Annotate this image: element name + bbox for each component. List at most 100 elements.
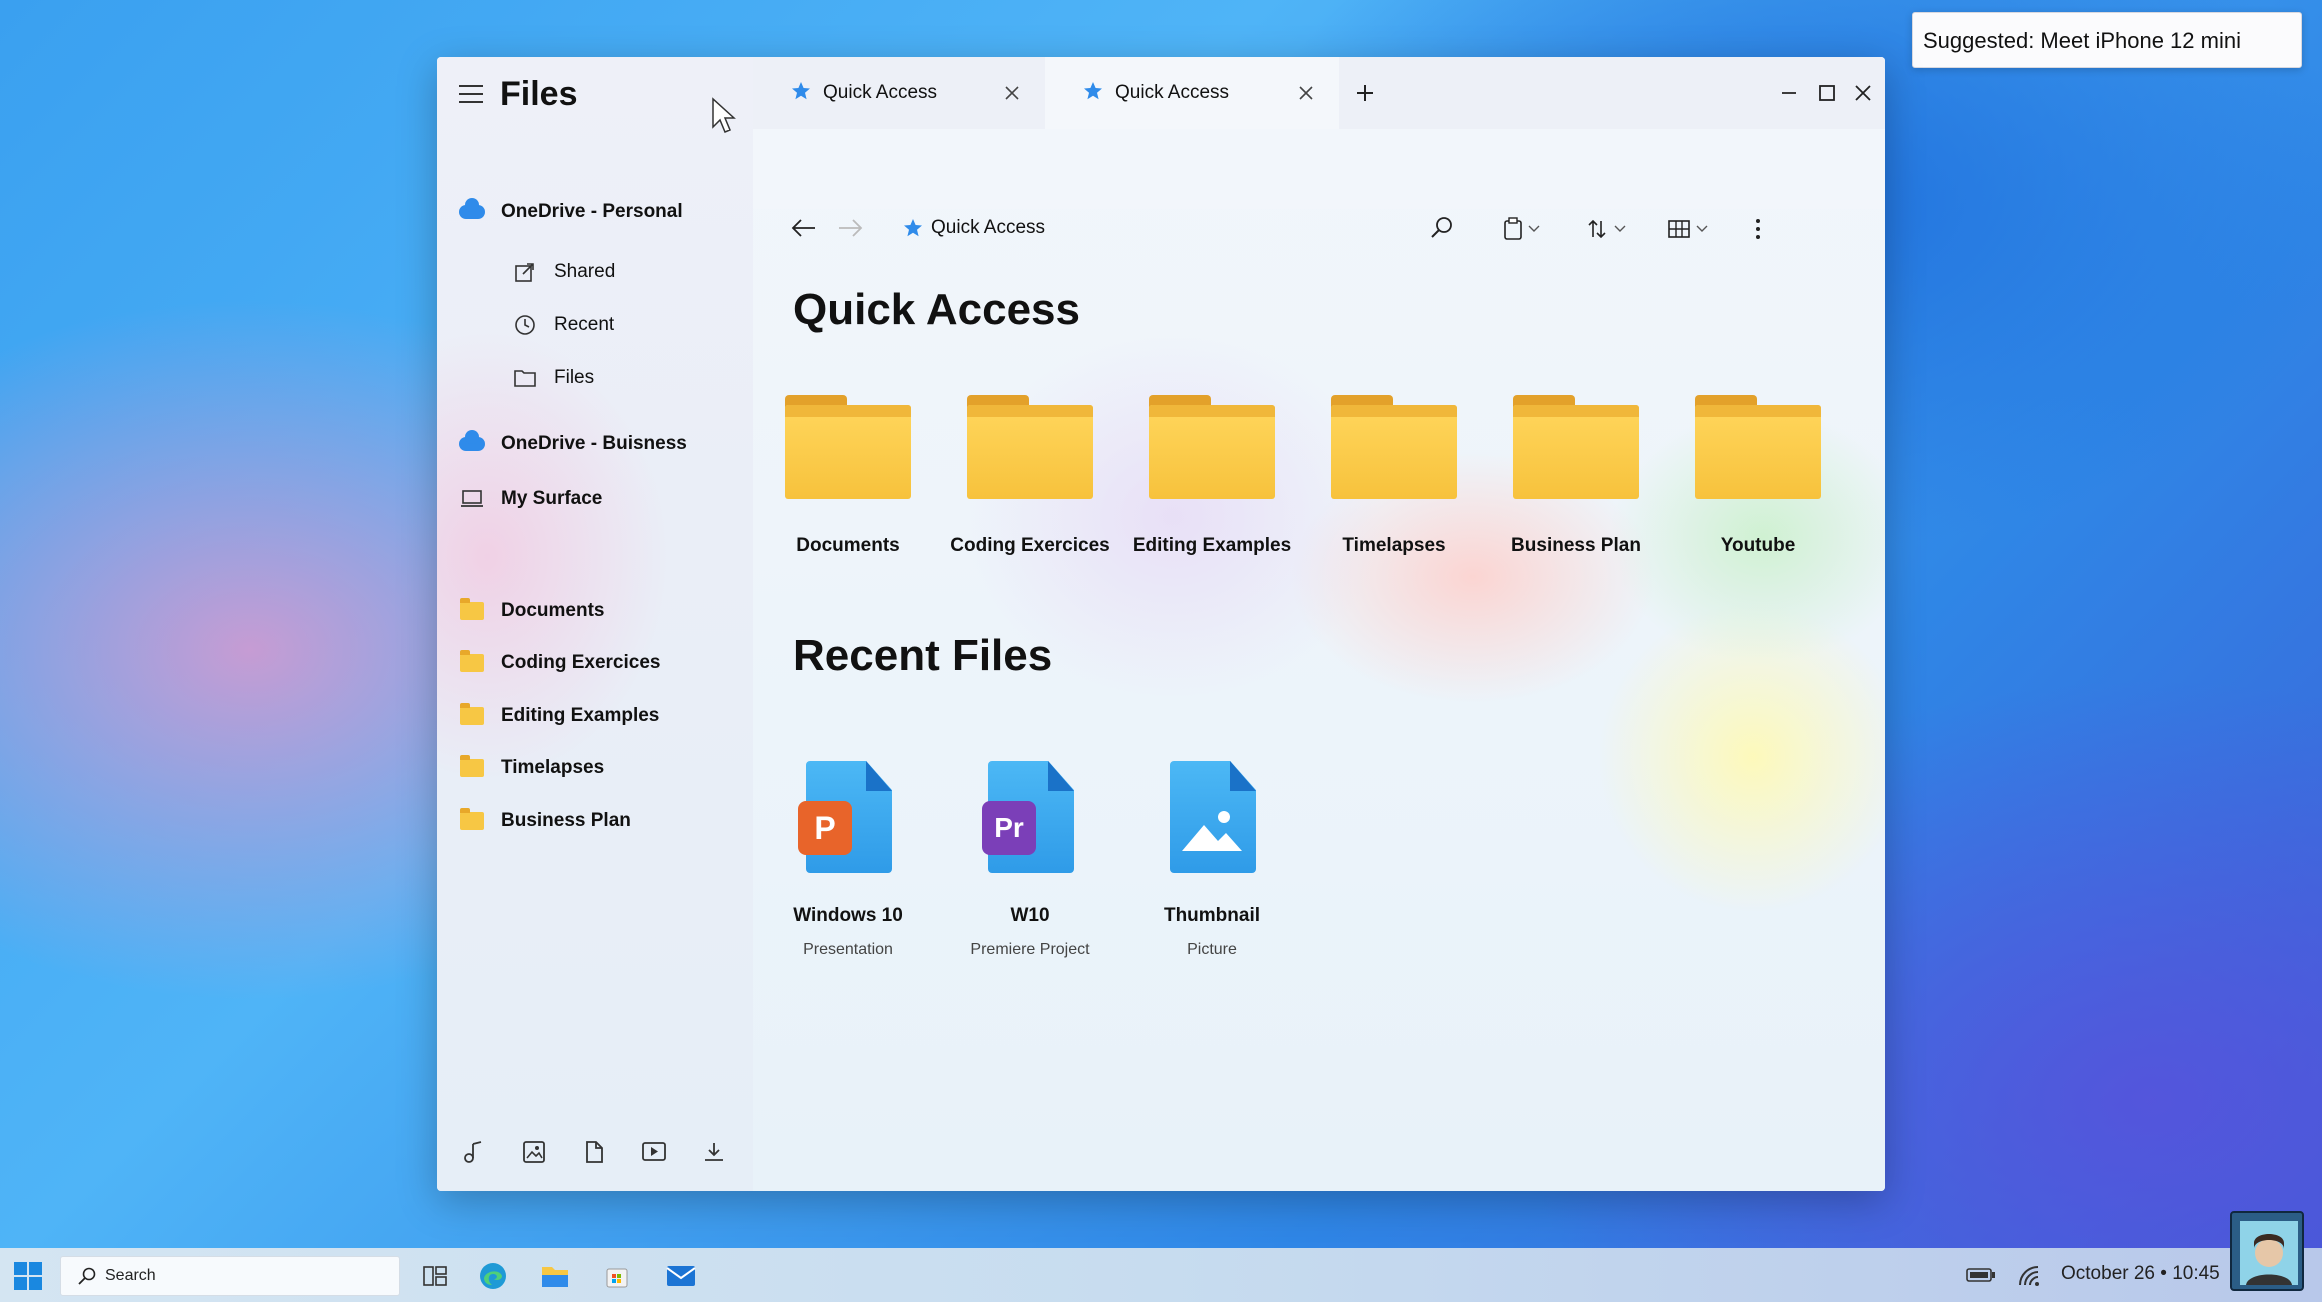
search-icon[interactable] bbox=[1429, 215, 1455, 241]
laptop-icon bbox=[459, 488, 485, 510]
files-window: Files OneDrive - Personal Shared Recent … bbox=[437, 57, 1885, 1191]
tab-quick-access-1[interactable]: Quick Access bbox=[753, 57, 1045, 129]
sidebar: Files OneDrive - Personal Shared Recent … bbox=[437, 57, 753, 1191]
more-options-icon[interactable] bbox=[1753, 217, 1763, 241]
edge-browser-icon[interactable] bbox=[476, 1259, 510, 1293]
forward-arrow-icon[interactable] bbox=[837, 217, 863, 239]
sidebar-item-timelapses[interactable]: Timelapses bbox=[459, 755, 605, 779]
folder-tile-editing-examples[interactable]: Editing Examples bbox=[1122, 395, 1302, 557]
quick-access-heading: Quick Access bbox=[793, 285, 1080, 334]
sidebar-item-label: Timelapses bbox=[501, 757, 605, 778]
maximize-icon[interactable] bbox=[1811, 77, 1843, 109]
sidebar-item-coding-exercices[interactable]: Coding Exercices bbox=[459, 650, 660, 674]
sidebar-item-label: Documents bbox=[501, 600, 605, 621]
taskbar-clock[interactable]: October 26 • 10:45 bbox=[2061, 1263, 2220, 1285]
clipboard-dropdown-icon[interactable] bbox=[1503, 217, 1545, 241]
store-icon[interactable] bbox=[600, 1259, 634, 1293]
close-tab-icon[interactable] bbox=[999, 80, 1025, 106]
task-view-icon[interactable] bbox=[418, 1259, 452, 1293]
sidebar-item-my-surface[interactable]: My Surface bbox=[459, 488, 602, 510]
sidebar-item-documents[interactable]: Documents bbox=[459, 598, 605, 622]
folder-icon bbox=[1331, 395, 1457, 499]
file-type: Picture bbox=[1187, 941, 1237, 958]
download-icon[interactable] bbox=[701, 1139, 727, 1165]
folder-tile-timelapses[interactable]: Timelapses bbox=[1304, 395, 1484, 557]
mail-icon[interactable] bbox=[664, 1259, 698, 1293]
app-title: Files bbox=[500, 75, 578, 113]
sort-dropdown-icon[interactable] bbox=[1587, 217, 1631, 241]
folder-icon bbox=[1149, 395, 1275, 499]
folder-icon bbox=[459, 703, 485, 727]
new-tab-plus-icon[interactable] bbox=[1349, 77, 1381, 109]
sidebar-item-label: My Surface bbox=[501, 488, 603, 509]
star-icon bbox=[791, 81, 811, 106]
hamburger-menu-icon[interactable] bbox=[459, 85, 483, 105]
close-window-icon[interactable] bbox=[1847, 77, 1879, 109]
cloud-icon bbox=[459, 430, 485, 455]
folder-icon bbox=[967, 395, 1093, 499]
tab-label: Quick Access bbox=[823, 82, 938, 103]
folder-tile-documents[interactable]: Documents bbox=[758, 395, 938, 557]
file-name: W10 bbox=[1010, 905, 1050, 926]
toolbar bbox=[753, 129, 1885, 209]
file-explorer-icon[interactable] bbox=[538, 1259, 572, 1293]
sidebar-item-files[interactable]: Files bbox=[512, 367, 594, 389]
sidebar-item-recent[interactable]: Recent bbox=[512, 314, 614, 336]
mouse-cursor-icon bbox=[712, 97, 736, 133]
sidebar-bottom-bar bbox=[461, 1139, 727, 1165]
folder-tile-coding-exercices[interactable]: Coding Exercices bbox=[940, 395, 1120, 557]
sidebar-item-label: OneDrive - Buisness bbox=[501, 433, 687, 454]
close-tab-icon[interactable] bbox=[1293, 80, 1319, 106]
windows-start-icon[interactable] bbox=[14, 1262, 42, 1290]
sidebar-item-onedrive-business[interactable]: OneDrive - Buisness bbox=[459, 430, 687, 455]
document-icon[interactable] bbox=[581, 1139, 607, 1165]
video-icon[interactable] bbox=[641, 1139, 667, 1165]
suggestion-toast[interactable]: Suggested: Meet iPhone 12 mini bbox=[1912, 12, 2302, 68]
file-tile-w10[interactable]: Pr W10 Premiere Project bbox=[940, 761, 1120, 959]
folder-name: Documents bbox=[796, 535, 900, 556]
suggestion-text: Suggested: Meet iPhone 12 mini bbox=[1923, 28, 2241, 53]
folder-icon bbox=[459, 755, 485, 779]
folder-icon bbox=[459, 650, 485, 674]
battery-icon[interactable] bbox=[1966, 1262, 1996, 1288]
folder-tile-business-plan[interactable]: Business Plan bbox=[1486, 395, 1666, 557]
star-icon bbox=[1083, 81, 1103, 106]
folder-name: Editing Examples bbox=[1132, 535, 1292, 556]
sidebar-item-label: Recent bbox=[554, 314, 615, 335]
search-icon bbox=[77, 1266, 97, 1286]
image-icon[interactable] bbox=[521, 1139, 547, 1165]
minimize-icon[interactable] bbox=[1773, 77, 1805, 109]
sidebar-item-shared[interactable]: Shared bbox=[512, 261, 615, 283]
sidebar-item-editing-examples[interactable]: Editing Examples bbox=[459, 703, 660, 727]
sidebar-item-label: Editing Examples bbox=[501, 705, 660, 726]
sidebar-item-label: OneDrive - Personal bbox=[501, 201, 683, 222]
picture-file-icon bbox=[1162, 761, 1262, 877]
powerpoint-file-icon: P bbox=[798, 761, 898, 877]
view-grid-dropdown-icon[interactable] bbox=[1667, 217, 1713, 241]
taskbar-search[interactable]: Search bbox=[60, 1256, 400, 1296]
file-tile-windows-10[interactable]: P Windows 10 Presentation bbox=[758, 761, 938, 959]
premiere-badge: Pr bbox=[982, 801, 1036, 855]
clock-icon bbox=[512, 314, 538, 336]
sidebar-item-label: Business Plan bbox=[501, 810, 631, 831]
sidebar-item-onedrive-personal[interactable]: OneDrive - Personal bbox=[459, 198, 683, 223]
file-tile-thumbnail[interactable]: Thumbnail Picture bbox=[1122, 761, 1302, 959]
file-type: Premiere Project bbox=[970, 941, 1090, 958]
wifi-icon[interactable] bbox=[2014, 1262, 2044, 1288]
premiere-file-icon: Pr bbox=[980, 761, 1080, 877]
search-label: Search bbox=[105, 1267, 156, 1284]
back-arrow-icon[interactable] bbox=[791, 217, 817, 239]
breadcrumb-label: Quick Access bbox=[931, 217, 1046, 238]
tab-quick-access-2[interactable]: Quick Access bbox=[1045, 57, 1339, 129]
taskbar: Search October 26 • 10:45 bbox=[0, 1248, 2322, 1302]
folder-name: Timelapses bbox=[1342, 535, 1446, 556]
music-icon[interactable] bbox=[461, 1139, 487, 1165]
sidebar-item-business-plan[interactable]: Business Plan bbox=[459, 808, 631, 832]
main-content: Quick Access Quick Access Quick Access Q… bbox=[753, 57, 1885, 1191]
tab-label: Quick Access bbox=[1115, 82, 1230, 103]
folder-tile-youtube[interactable]: Youtube bbox=[1668, 395, 1848, 557]
share-icon bbox=[512, 261, 538, 283]
presenter-avatar bbox=[2230, 1211, 2304, 1291]
breadcrumb[interactable]: Quick Access bbox=[903, 217, 1045, 239]
powerpoint-badge: P bbox=[798, 801, 852, 855]
